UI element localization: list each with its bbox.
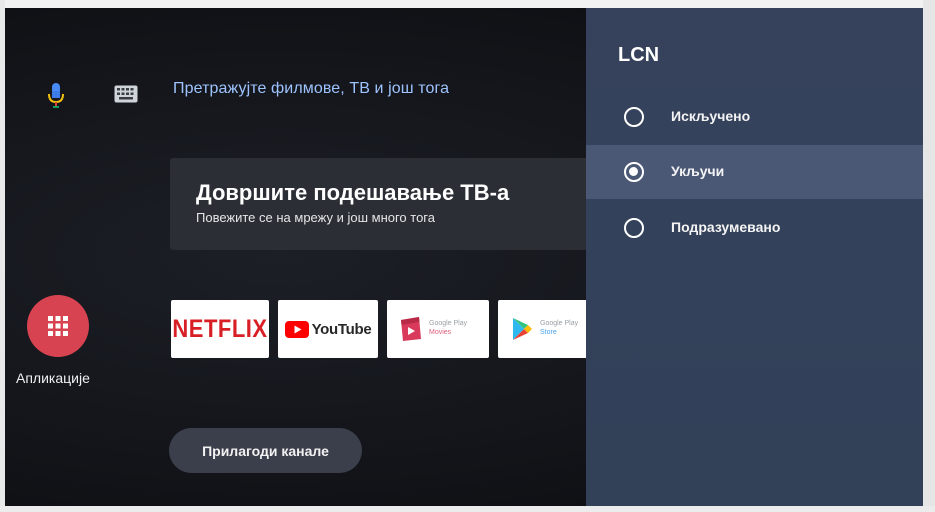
option-off[interactable]: Искључено — [586, 90, 923, 144]
play-movies-label: Google Play Movies — [429, 320, 468, 336]
option-label: Укључи — [671, 163, 725, 179]
grid-icon — [48, 316, 68, 336]
option-label: Подразумевано — [671, 219, 781, 235]
tv-home-screen: Претражујте филмове, ТВ и још тога Доврш… — [0, 0, 935, 512]
play-movies-icon — [401, 317, 421, 341]
radio-selected-icon — [624, 162, 644, 182]
google-play-movies-tile[interactable]: Google Play Movies — [387, 300, 489, 358]
youtube-logo-text: YouTube — [311, 320, 372, 338]
youtube-tile[interactable]: YouTube — [278, 300, 378, 358]
radio-unselected-icon — [624, 107, 644, 127]
option-default[interactable]: Подразумевано — [586, 201, 923, 255]
bezel-right — [923, 0, 935, 512]
keyboard-icon[interactable] — [114, 85, 138, 103]
radio-unselected-icon — [624, 218, 644, 238]
bezel-top — [0, 0, 935, 8]
bezel-left — [0, 0, 5, 512]
finish-setup-card[interactable]: Довршите подешавање ТВ-а Повежите се на … — [170, 158, 590, 250]
google-play-store-tile[interactable]: Google Play Store — [498, 300, 590, 358]
search-prompt[interactable]: Претражујте филмове, ТВ и још тога — [173, 80, 449, 98]
play-store-label: Google Play Store — [540, 320, 579, 336]
apps-label: Апликације — [16, 370, 90, 386]
youtube-play-icon — [284, 320, 309, 338]
bezel-bottom — [0, 506, 935, 512]
option-label: Искључено — [671, 108, 751, 124]
customize-channels-button[interactable]: Прилагоди канале — [169, 428, 362, 473]
netflix-tile[interactable]: NETFLIX — [171, 300, 269, 358]
setup-card-subtitle: Повежите се на мрежу и још много тога — [196, 210, 435, 225]
netflix-logo: NETFLIX — [172, 314, 268, 343]
play-store-icon — [513, 318, 532, 340]
microphone-icon[interactable] — [46, 82, 66, 110]
setup-card-title: Довршите подешавање ТВ-а — [196, 180, 510, 205]
lcn-settings-panel: LCN Искључено Укључи Подразумевано — [586, 8, 923, 506]
panel-title: LCN — [618, 44, 660, 66]
apps-button[interactable] — [27, 295, 89, 357]
option-on[interactable]: Укључи — [586, 145, 923, 199]
